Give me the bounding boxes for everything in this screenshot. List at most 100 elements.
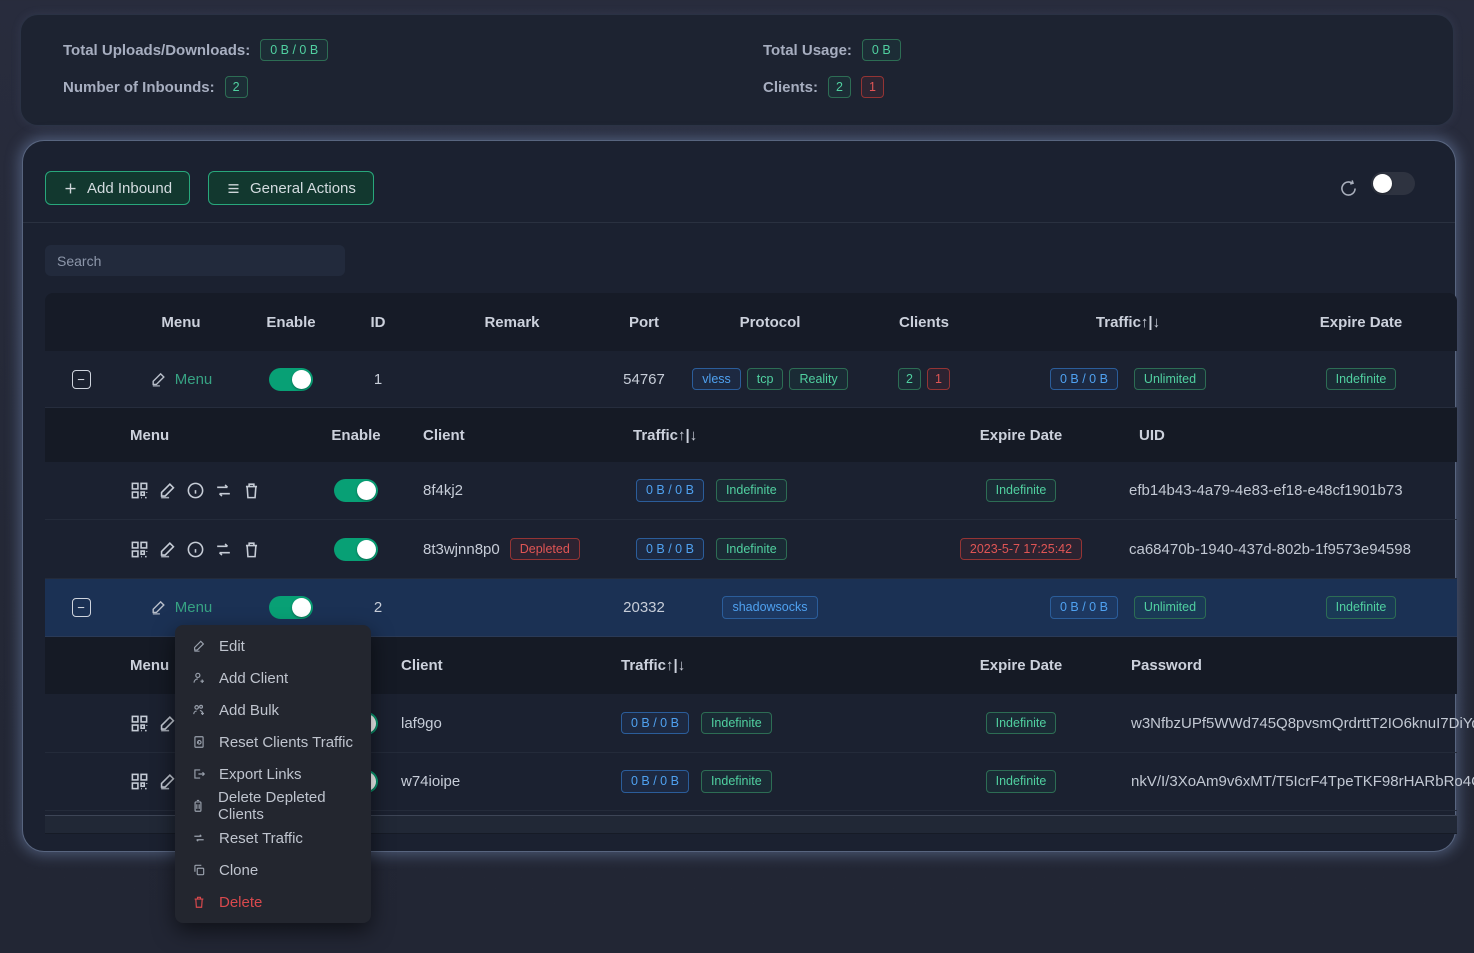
inbound-id: 1 bbox=[337, 371, 419, 388]
menu-item-add-bulk[interactable]: Add Bulk bbox=[175, 694, 371, 726]
inbound-port: 20332 bbox=[605, 599, 683, 616]
add-inbound-button[interactable]: Add Inbound bbox=[45, 171, 190, 205]
row-menu-button[interactable]: Menu bbox=[150, 371, 213, 388]
users-plus-icon bbox=[191, 703, 206, 717]
client-expire-date-tag: 2023-5-7 17:25:42 bbox=[960, 538, 1082, 561]
menu-item-export-links[interactable]: Export Links bbox=[175, 758, 371, 790]
protocol-tag: vless bbox=[692, 368, 740, 391]
subcol-expire: Expire Date bbox=[931, 427, 1111, 444]
clients-depleted-count: 1 bbox=[861, 76, 884, 99]
clients-active-tag: 2 bbox=[898, 368, 921, 391]
row-menu-button[interactable]: Menu bbox=[150, 599, 213, 616]
traffic-limit-tag: Unlimited bbox=[1134, 368, 1206, 391]
menu-item-reset-clients-traffic[interactable]: Reset Clients Traffic bbox=[175, 726, 371, 758]
clients-subtable-1-header: Menu Enable Client Traffic↑|↓ Expire Dat… bbox=[45, 408, 1457, 462]
add-inbound-label: Add Inbound bbox=[87, 180, 172, 197]
hamburger-icon bbox=[226, 181, 241, 196]
delete-client-icon[interactable] bbox=[242, 540, 261, 559]
client-expire-tag: Indefinite bbox=[986, 712, 1057, 735]
subcol-traffic-sort[interactable]: Traffic↑|↓ bbox=[621, 657, 931, 674]
client-uid: ca68470b-1940-437d-802b-1f9573e94598 bbox=[1111, 541, 1457, 558]
subcol-uid: UID bbox=[1111, 427, 1457, 444]
subcol-traffic-sort[interactable]: Traffic↑|↓ bbox=[621, 427, 931, 444]
qr-code-icon[interactable] bbox=[130, 481, 149, 500]
client-enable-toggle[interactable] bbox=[334, 538, 378, 561]
menu-item-delete[interactable]: Delete bbox=[175, 886, 371, 918]
edit-pencil-icon bbox=[150, 371, 167, 388]
client-name: 8f4kj2 bbox=[391, 482, 621, 499]
client-expire-tag: Indefinite bbox=[986, 479, 1057, 502]
col-id: ID bbox=[337, 314, 419, 331]
general-actions-button[interactable]: General Actions bbox=[208, 171, 374, 205]
subcol-client: Client bbox=[391, 657, 621, 674]
qr-code-icon[interactable] bbox=[130, 540, 149, 559]
subcol-client: Client bbox=[391, 427, 621, 444]
menu-item-edit[interactable]: Edit bbox=[175, 630, 371, 662]
traffic-tag: 0 B / 0 B bbox=[1050, 596, 1118, 619]
subcol-enable: Enable bbox=[321, 427, 391, 444]
dark-mode-toggle[interactable] bbox=[1371, 172, 1415, 195]
inbound-id: 2 bbox=[337, 599, 419, 616]
stats-panel: Total Uploads/Downloads: 0 B / 0 B Numbe… bbox=[20, 14, 1454, 126]
edit-pencil-icon bbox=[150, 599, 167, 616]
export-icon bbox=[191, 767, 206, 781]
col-port: Port bbox=[605, 314, 683, 331]
client-traffic-limit-tag: Indefinite bbox=[716, 479, 787, 502]
user-plus-icon bbox=[191, 671, 206, 685]
expire-tag: Indefinite bbox=[1326, 368, 1397, 391]
transport-tag: tcp bbox=[747, 368, 784, 391]
qr-code-icon[interactable] bbox=[130, 714, 149, 733]
subcol-menu: Menu bbox=[116, 427, 321, 444]
subcol-password: Password bbox=[1111, 657, 1457, 674]
client-expire-tag: Indefinite bbox=[986, 770, 1057, 793]
client-traffic-tag: 0 B / 0 B bbox=[636, 538, 704, 561]
search-input[interactable] bbox=[45, 245, 345, 276]
loop-arrows-icon bbox=[191, 831, 206, 845]
info-icon[interactable] bbox=[186, 481, 205, 500]
file-refresh-icon bbox=[191, 735, 206, 749]
client-traffic-limit-tag: Indefinite bbox=[701, 712, 772, 735]
client-row: 8t3wjnn8p0 Depleted 0 B / 0 B Indefinite… bbox=[45, 520, 1457, 579]
traffic-tag: 0 B / 0 B bbox=[1050, 368, 1118, 391]
reset-traffic-icon[interactable] bbox=[214, 481, 233, 500]
col-menu: Menu bbox=[117, 314, 245, 331]
depleted-status-badge: Depleted bbox=[510, 538, 580, 561]
enable-toggle[interactable] bbox=[269, 368, 313, 391]
traffic-limit-tag: Unlimited bbox=[1134, 596, 1206, 619]
menu-item-clone[interactable]: Clone bbox=[175, 854, 371, 886]
client-traffic-limit-tag: Indefinite bbox=[701, 770, 772, 793]
number-of-inbounds-value: 2 bbox=[225, 76, 248, 99]
refresh-icon[interactable] bbox=[1338, 178, 1359, 199]
edit-client-icon[interactable] bbox=[158, 481, 177, 500]
menu-item-reset-traffic[interactable]: Reset Traffic bbox=[175, 822, 371, 854]
delete-client-icon[interactable] bbox=[242, 481, 261, 500]
inbound-row-1: − Menu 1 54767 vless tcp Reality 2 1 bbox=[45, 351, 1457, 408]
menu-item-add-client[interactable]: Add Client bbox=[175, 662, 371, 694]
enable-toggle[interactable] bbox=[269, 596, 313, 619]
edit-icon bbox=[191, 639, 206, 653]
client-traffic-limit-tag: Indefinite bbox=[716, 538, 787, 561]
client-password: w3NfbzUPf5WWd745Q8pvsmQrdrttT2IO6knuI7Di… bbox=[1111, 715, 1457, 732]
client-enable-toggle[interactable] bbox=[334, 479, 378, 502]
stats-right-group: Total Usage: 0 B Clients: 2 1 bbox=[763, 37, 901, 100]
total-uploads-downloads-label: Total Uploads/Downloads: bbox=[63, 42, 250, 59]
col-traffic-sort[interactable]: Traffic↑|↓ bbox=[991, 314, 1265, 331]
col-enable: Enable bbox=[245, 314, 337, 331]
trash-icon bbox=[191, 895, 206, 909]
col-clients: Clients bbox=[857, 314, 991, 331]
plus-icon bbox=[63, 181, 78, 196]
edit-client-icon[interactable] bbox=[158, 540, 177, 559]
clients-subtable-1: Menu Enable Client Traffic↑|↓ Expire Dat… bbox=[45, 408, 1457, 579]
collapse-row-button[interactable]: − bbox=[72, 598, 91, 617]
subcol-expire: Expire Date bbox=[931, 657, 1111, 674]
qr-code-icon[interactable] bbox=[130, 772, 149, 791]
inbound-context-menu: Edit Add Client Add Bulk Reset Clients T… bbox=[175, 625, 371, 923]
clone-icon bbox=[191, 863, 206, 877]
menu-item-delete-depleted-clients[interactable]: Delete Depleted Clients bbox=[175, 790, 371, 822]
stats-left-group: Total Uploads/Downloads: 0 B / 0 B Numbe… bbox=[63, 37, 328, 100]
collapse-row-button[interactable]: − bbox=[72, 370, 91, 389]
reset-traffic-icon[interactable] bbox=[214, 540, 233, 559]
trash-users-icon bbox=[191, 799, 205, 813]
col-remark: Remark bbox=[419, 314, 605, 331]
info-icon[interactable] bbox=[186, 540, 205, 559]
